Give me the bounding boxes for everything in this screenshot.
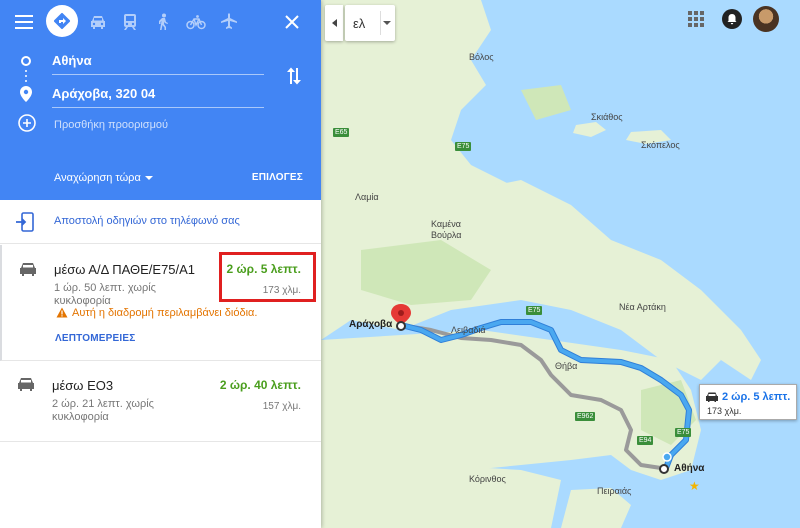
map-label-lamia: Λαμία — [355, 192, 379, 202]
route-dot — [25, 70, 27, 72]
close-icon[interactable] — [278, 8, 306, 36]
language-label: ελ — [353, 15, 366, 31]
road-shield: E75 — [675, 428, 692, 437]
directions-header: Αθήνα Αράχοβα, 320 04 Προσθήκη προορισμο… — [0, 0, 321, 200]
car-icon — [18, 378, 34, 391]
route-distance: 157 χλμ. — [262, 401, 301, 412]
toll-warning: Αυτή η διαδρομή περιλαμβάνει διόδια. — [72, 307, 258, 319]
callout-time: 2 ώρ. 5 λεπτ. — [722, 391, 791, 403]
depart-bar: Αναχώρηση τώρα ΕΠΙΛΟΓΕΣ — [0, 155, 321, 200]
highlight-box — [219, 252, 316, 302]
route-dot — [25, 80, 27, 82]
map-label-arachova: Αράχοβα — [349, 319, 393, 330]
send-to-phone-row[interactable]: Αποστολή οδηγιών στο τηλέφωνό σας — [0, 200, 321, 244]
bike-mode-icon[interactable] — [182, 8, 210, 36]
walk-mode-icon[interactable] — [149, 8, 177, 36]
route-option-1[interactable]: μέσω Α/Δ ΠΑΘΕ/Ε75/Α1 1 ώρ. 50 λεπτ. χωρί… — [0, 245, 321, 361]
chevron-left-icon — [331, 19, 337, 27]
details-button[interactable]: ΛΕΠΤΟΜΕΡΕΙΕΣ — [55, 333, 135, 344]
map-controls: ελ — [325, 5, 395, 41]
menu-icon[interactable] — [10, 8, 38, 36]
route-traffic: 1 ώρ. 50 λεπτ. χωρίς κυκλοφορία — [54, 282, 156, 307]
route-callout[interactable]: 2 ώρ. 5 λεπτ. 173 χλμ. — [699, 384, 797, 420]
map-label-livadeia: Λειβαδιά — [451, 325, 486, 335]
route-via: μέσω ΕΟ3 — [52, 378, 114, 393]
map-label-thiva: Θήβα — [555, 361, 578, 371]
road-shield: E962 — [575, 412, 596, 421]
road-shield: E75 — [455, 142, 472, 151]
origin-dot-icon — [21, 56, 31, 66]
road-shield: E65 — [333, 128, 350, 137]
collapse-panel-button[interactable] — [325, 5, 343, 41]
chevron-down-icon[interactable] — [145, 176, 153, 180]
directions-mode-icon[interactable] — [46, 5, 78, 37]
road-shield: E94 — [637, 436, 654, 445]
map-graphics: ★ — [321, 0, 800, 528]
route-dot — [25, 75, 27, 77]
language-dropdown[interactable]: ελ — [345, 5, 395, 41]
map-label-korinthos: Κόρινθος — [469, 474, 506, 484]
apps-grid-icon[interactable] — [687, 10, 705, 28]
warning-icon — [56, 307, 68, 318]
divider — [380, 11, 381, 35]
map-label-kamena-vourla: Καμένα Βούρλα — [431, 219, 462, 240]
svg-text:★: ★ — [689, 479, 700, 493]
car-mode-icon[interactable] — [84, 8, 112, 36]
car-icon — [706, 392, 718, 402]
flight-mode-icon[interactable] — [215, 8, 243, 36]
route-option-2[interactable]: μέσω ΕΟ3 2 ώρ. 21 λεπτ. χωρίς κυκλοφορία… — [0, 362, 321, 442]
route-time: 2 ώρ. 40 λεπτ. — [219, 378, 301, 392]
travel-mode-bar — [0, 0, 321, 44]
map-label-volos: Βόλος — [469, 52, 494, 62]
map-label-skiathos: Σκιάθος — [591, 112, 623, 122]
car-icon — [20, 263, 36, 276]
callout-distance: 173 χλμ. — [707, 406, 742, 416]
map-label-athina: Αθήνα — [674, 463, 705, 474]
origin-input[interactable]: Αθήνα — [52, 51, 264, 75]
map-label-skopelos: Σκόπελος — [641, 140, 680, 150]
map-label-nea-artaki: Νέα Αρτάκη — [619, 302, 666, 312]
add-circle-icon[interactable] — [16, 112, 38, 134]
avatar[interactable] — [753, 6, 779, 32]
map-label-peiraias: Πειραιάς — [597, 486, 632, 496]
send-to-phone-icon — [16, 212, 34, 232]
destination-input[interactable]: Αράχοβα, 320 04 — [52, 84, 264, 108]
notifications-bell-icon[interactable] — [722, 9, 742, 29]
chevron-down-icon — [383, 21, 391, 25]
destination-pin-icon — [19, 86, 33, 102]
depart-time-dropdown[interactable]: Αναχώρηση τώρα — [54, 172, 141, 184]
send-to-phone-link[interactable]: Αποστολή οδηγιών στο τηλέφωνό σας — [54, 215, 240, 227]
map-canvas[interactable]: ★ Βόλος Σκιάθος Σκόπελος Λαμία Καμένα Βο… — [321, 0, 800, 528]
route-traffic: 2 ώρ. 21 λεπτ. χωρίς κυκλοφορία — [52, 398, 154, 423]
add-destination-input[interactable]: Προσθήκη προορισμού — [54, 118, 168, 132]
swap-icon[interactable] — [280, 60, 308, 92]
road-shield: E75 — [526, 306, 543, 315]
options-button[interactable]: ΕΠΙΛΟΓΕΣ — [252, 172, 303, 183]
transit-mode-icon[interactable] — [116, 8, 144, 36]
route-via: μέσω Α/Δ ΠΑΘΕ/Ε75/Α1 — [54, 262, 196, 277]
directions-panel: Αθήνα Αράχοβα, 320 04 Προσθήκη προορισμο… — [0, 0, 321, 528]
